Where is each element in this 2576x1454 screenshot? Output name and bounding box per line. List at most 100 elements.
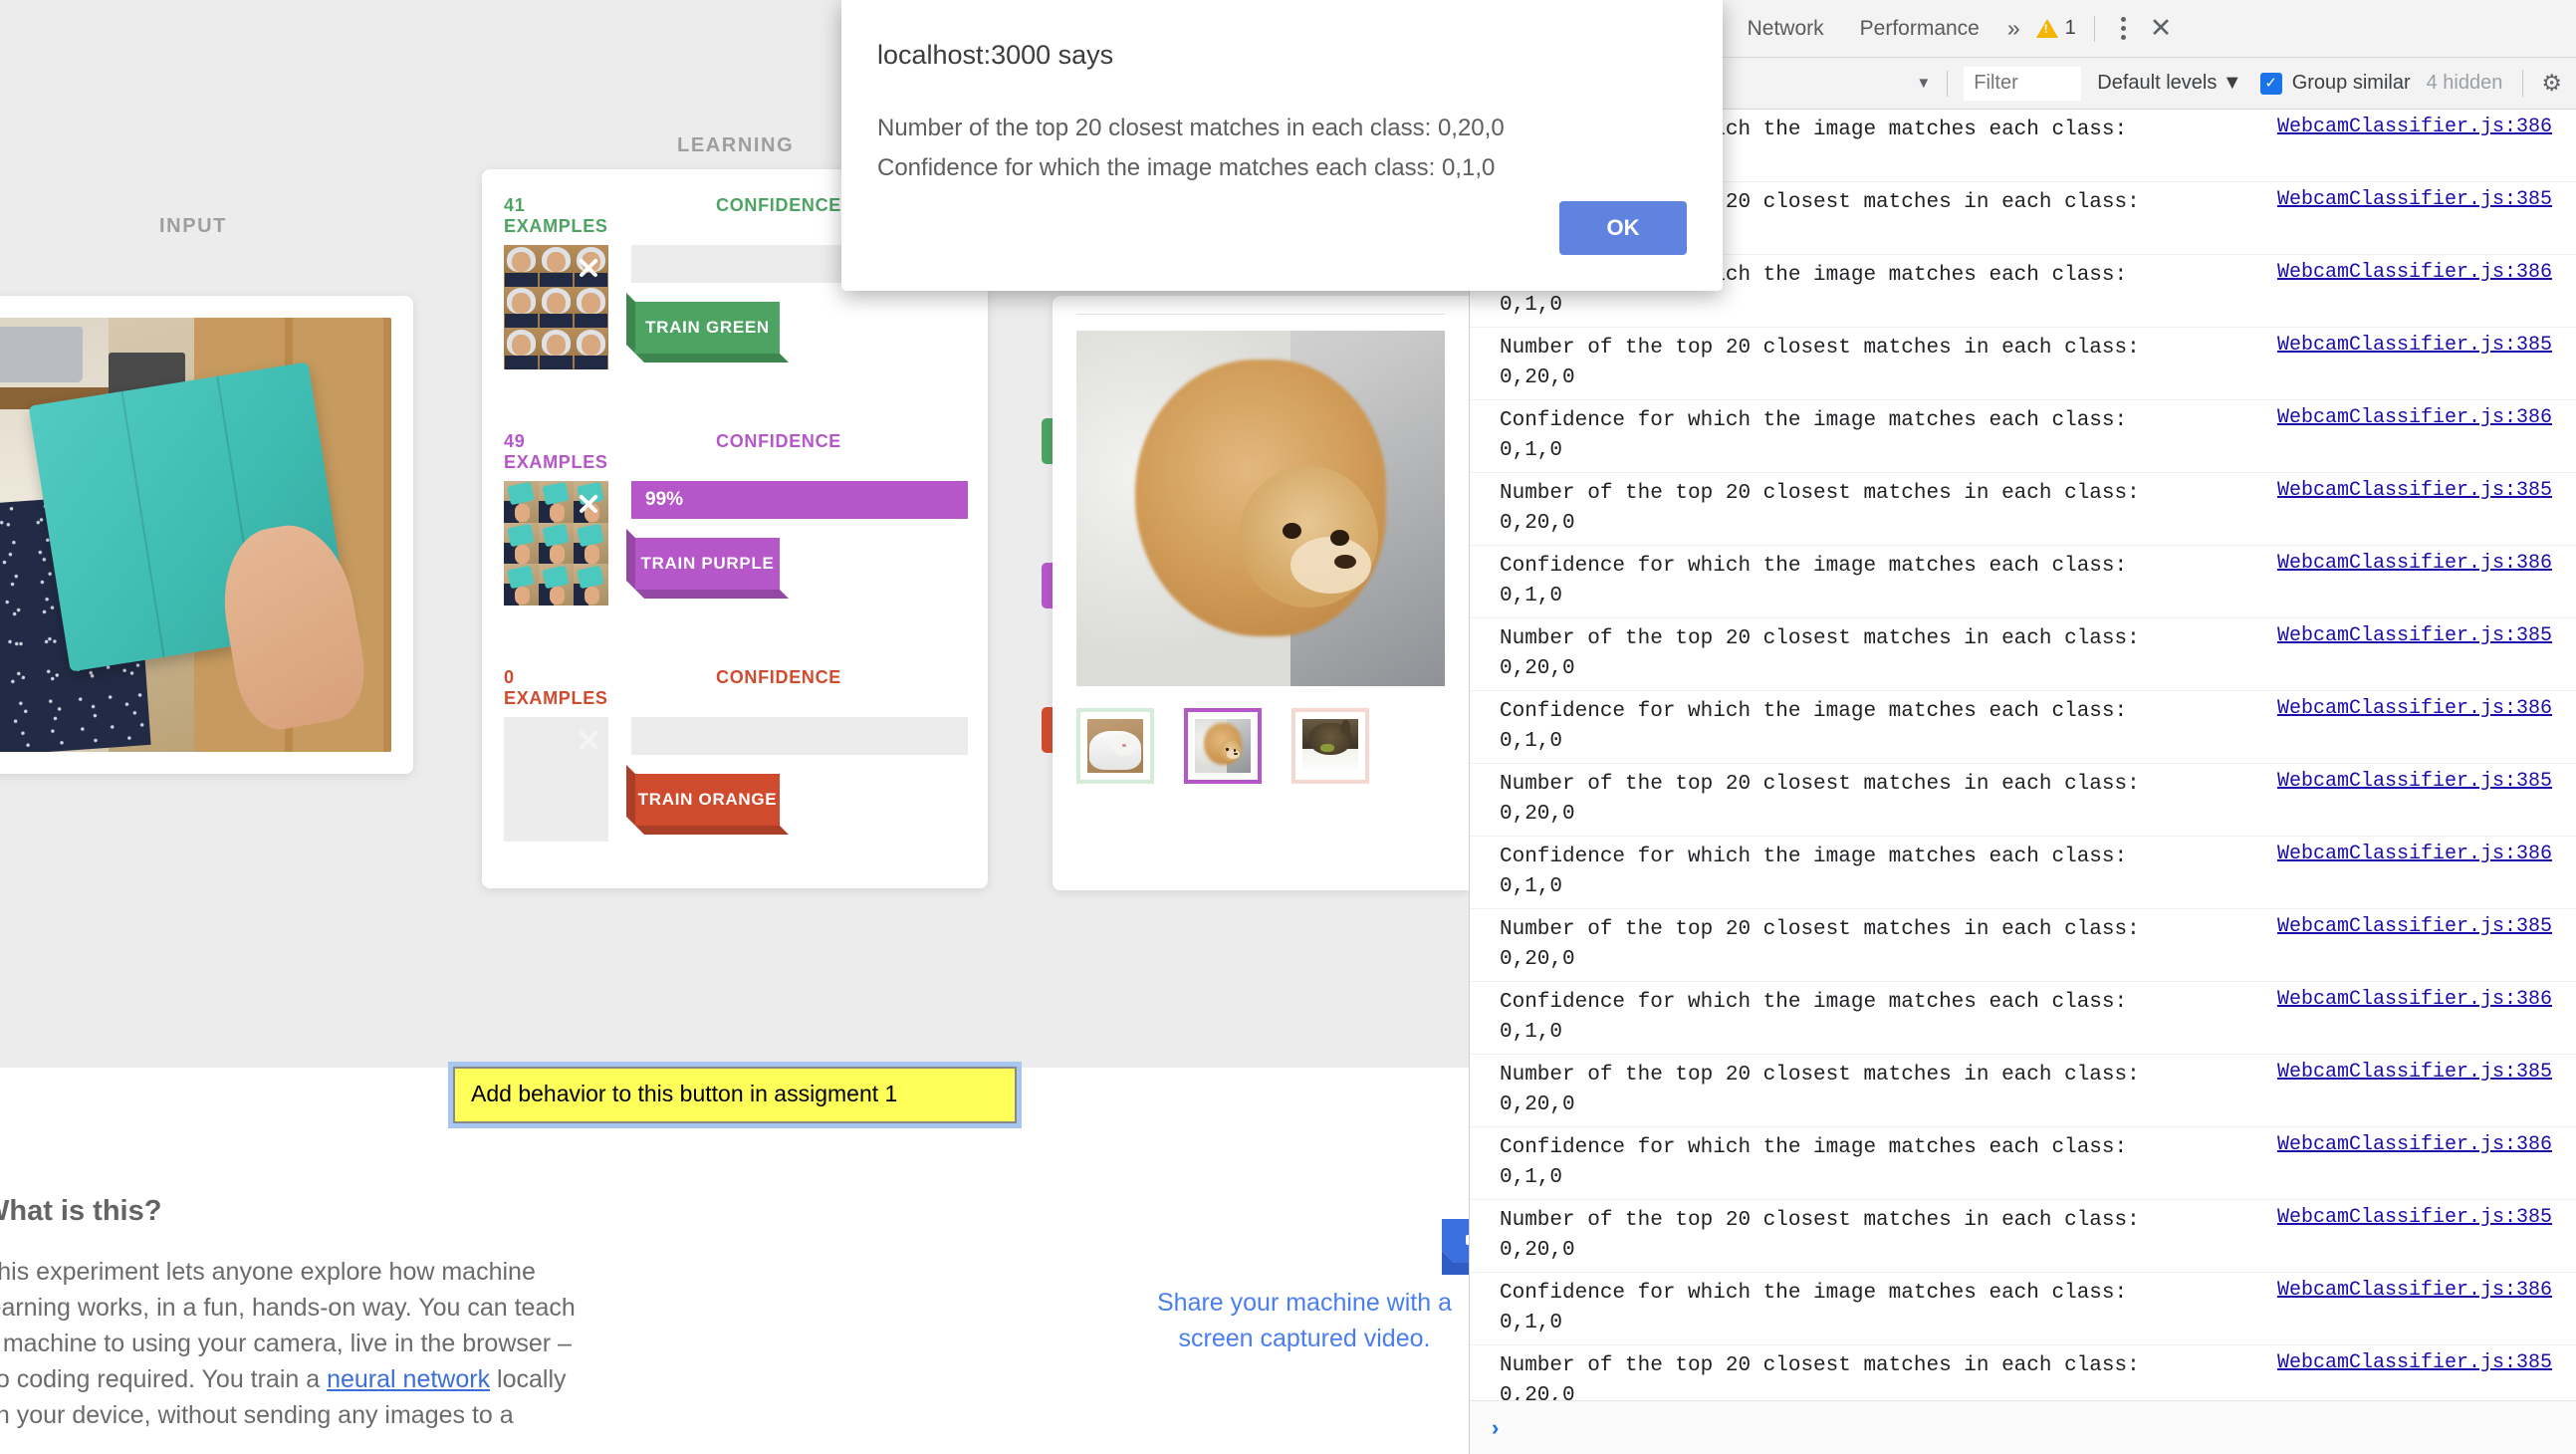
console-message-source-link[interactable]: WebcamClassifier.js:385 (2265, 624, 2568, 647)
confidence-label-orange: CONFIDENCE (716, 667, 842, 687)
output-thumbnail-rabbit[interactable] (1291, 708, 1369, 784)
confidence-label-green: CONFIDENCE (716, 195, 842, 215)
console-message-text: Confidence for which the image matches e… (1500, 700, 2128, 753)
examples-count-green: 41 EXAMPLES (504, 195, 608, 236)
console-message-text: Confidence for which the image matches e… (1500, 1282, 2128, 1334)
group-similar-label: Group similar (2291, 72, 2411, 94)
example-thumbnails-purple[interactable] (504, 481, 608, 606)
output-main-image (1076, 331, 1445, 686)
console-message-source-link[interactable]: WebcamClassifier.js:385 (2265, 334, 2568, 357)
console-message-source-link[interactable]: WebcamClassifier.js:386 (2265, 697, 2568, 720)
console-message-source-link[interactable]: WebcamClassifier.js:386 (2265, 406, 2568, 429)
console-message-row[interactable]: Number of the top 20 closest matches in … (1470, 618, 2576, 691)
console-message-source-link[interactable]: WebcamClassifier.js:386 (2265, 261, 2568, 284)
train-orange-button[interactable]: TRAIN ORANGE (635, 774, 780, 826)
console-message-source-link[interactable]: WebcamClassifier.js:385 (2265, 770, 2568, 793)
console-message-source-link[interactable]: WebcamClassifier.js:385 (2265, 915, 2568, 938)
devtools-menu-icon[interactable] (2107, 17, 2140, 40)
console-levels-dropdown[interactable]: Default levels ▼ (2097, 72, 2241, 95)
console-filter-input[interactable] (1964, 66, 2082, 101)
share-video-text[interactable]: Share your machine with a screen capture… (1155, 1285, 1454, 1356)
warning-count-value: 1 (2064, 17, 2076, 39)
console-message-source-link[interactable]: WebcamClassifier.js:386 (2265, 1279, 2568, 1302)
console-message-text: Number of the top 20 closest matches in … (1500, 773, 2140, 826)
console-message-list[interactable]: Confidence for which the image matches e… (1470, 110, 2576, 1400)
console-message-row[interactable]: Number of the top 20 closest matches in … (1470, 1200, 2576, 1273)
console-message-source-link[interactable]: WebcamClassifier.js:386 (2265, 552, 2568, 575)
warning-triangle-icon (2035, 19, 2058, 38)
output-divider (1076, 314, 1445, 315)
screen: INPUT LEARNING 41 EXAMPLES CONFIDENCE TR… (0, 0, 2576, 1454)
console-message-row[interactable]: Number of the top 20 closest matches in … (1470, 1345, 2576, 1400)
console-message-row[interactable]: Confidence for which the image matches e… (1470, 1127, 2576, 1200)
examples-count-purple: 49 EXAMPLES (504, 431, 608, 472)
neural-network-link[interactable]: neural network (327, 1365, 490, 1393)
what-is-this-body: This experiment lets anyone explore how … (0, 1254, 580, 1433)
console-message-row[interactable]: Number of the top 20 closest matches in … (1470, 473, 2576, 546)
group-similar-toggle[interactable]: ✓ Group similar (2259, 72, 2411, 95)
close-devtools-icon[interactable]: ✕ (2140, 15, 2189, 42)
console-message-source-link[interactable]: WebcamClassifier.js:385 (2265, 1351, 2568, 1374)
console-message-text: Confidence for which the image matches e… (1500, 846, 2128, 898)
webcam-image (0, 318, 391, 752)
console-message-row[interactable]: Number of the top 20 closest matches in … (1470, 1055, 2576, 1127)
console-message-row[interactable]: Confidence for which the image matches e… (1470, 837, 2576, 909)
output-thumbnail-row (1076, 708, 1445, 784)
console-input-prompt[interactable]: › (1470, 1400, 2576, 1454)
console-message-source-link[interactable]: WebcamClassifier.js:385 (2265, 479, 2568, 502)
train-purple-button[interactable]: TRAIN PURPLE (635, 538, 780, 590)
console-message-text: Number of the top 20 closest matches in … (1500, 482, 2140, 535)
console-message-row[interactable]: Confidence for which the image matches e… (1470, 1273, 2576, 1345)
console-message-source-link[interactable]: WebcamClassifier.js:386 (2265, 1133, 2568, 1156)
input-card (0, 296, 413, 774)
warning-count-indicator[interactable]: 1 (2030, 17, 2082, 40)
console-message-source-link[interactable]: WebcamClassifier.js:385 (2265, 1061, 2568, 1084)
confidence-bar-orange (631, 717, 968, 755)
alert-message-line-2: Confidence for which the image matches e… (877, 154, 1496, 181)
class-row-purple: 49 EXAMPLES CONFIDENCE 99% TRAIN PURPLE (504, 431, 968, 667)
group-similar-checkbox[interactable]: ✓ (2259, 72, 2282, 95)
tabs-overflow-icon[interactable]: » (1997, 15, 2030, 42)
example-thumbnails-orange[interactable] (504, 717, 608, 842)
console-message-row[interactable]: Confidence for which the image matches e… (1470, 546, 2576, 618)
console-context-caret-icon[interactable]: ▼ (1900, 75, 1947, 92)
hidden-messages-count: 4 hidden (2426, 72, 2503, 94)
what-is-this-section: What is this? This experiment lets anyon… (0, 1195, 580, 1433)
console-message-source-link[interactable]: WebcamClassifier.js:385 (2265, 188, 2568, 211)
prompt-caret-icon: › (1492, 1414, 1500, 1440)
learning-section-caption: LEARNING (677, 134, 795, 156)
console-message-text: Number of the top 20 closest matches in … (1500, 337, 2140, 389)
console-message-row[interactable]: Confidence for which the image matches e… (1470, 982, 2576, 1055)
console-message-text: Number of the top 20 closest matches in … (1500, 1209, 2140, 1262)
class-row-orange: 0 EXAMPLES CONFIDENCE TRAIN ORANGE (504, 667, 968, 903)
input-section-caption: INPUT (159, 215, 227, 237)
console-message-source-link[interactable]: WebcamClassifier.js:385 (2265, 1206, 2568, 1229)
console-settings-gear-icon[interactable]: ⚙ (2522, 70, 2562, 97)
console-message-text: Number of the top 20 closest matches in … (1500, 627, 2140, 680)
confidence-bar-purple: 99% (631, 481, 968, 519)
webcam-preview[interactable] (0, 318, 391, 752)
tab-performance[interactable]: Performance (1842, 0, 1997, 57)
console-message-source-link[interactable]: WebcamClassifier.js:386 (2265, 843, 2568, 865)
console-message-row[interactable]: Number of the top 20 closest matches in … (1470, 909, 2576, 982)
console-message-text: Number of the top 20 closest matches in … (1500, 1354, 2140, 1400)
alert-message-line-1: Number of the top 20 closest matches in … (877, 115, 1505, 141)
example-thumbnails-green[interactable] (504, 245, 608, 369)
console-message-row[interactable]: Confidence for which the image matches e… (1470, 400, 2576, 473)
console-message-text: Confidence for which the image matches e… (1500, 555, 2128, 607)
alert-ok-button[interactable]: OK (1559, 201, 1687, 255)
console-message-row[interactable]: Confidence for which the image matches e… (1470, 691, 2576, 764)
javascript-alert-dialog: localhost:3000 says Number of the top 20… (841, 0, 1723, 291)
output-thumbnail-dog[interactable] (1184, 708, 1262, 784)
output-card (1053, 296, 1469, 890)
train-green-button[interactable]: TRAIN GREEN (635, 302, 780, 354)
tabbar-divider (2093, 15, 2095, 42)
clear-examples-icon-orange[interactable] (577, 727, 600, 751)
console-message-row[interactable]: Number of the top 20 closest matches in … (1470, 328, 2576, 400)
tab-network[interactable]: Network (1730, 0, 1842, 57)
console-message-source-link[interactable]: WebcamClassifier.js:386 (2265, 116, 2568, 138)
console-message-source-link[interactable]: WebcamClassifier.js:386 (2265, 988, 2568, 1011)
assignment-behavior-button[interactable]: Add behavior to this button in assigment… (448, 1062, 1022, 1128)
console-message-row[interactable]: Number of the top 20 closest matches in … (1470, 764, 2576, 837)
output-thumbnail-cat[interactable] (1076, 708, 1154, 784)
